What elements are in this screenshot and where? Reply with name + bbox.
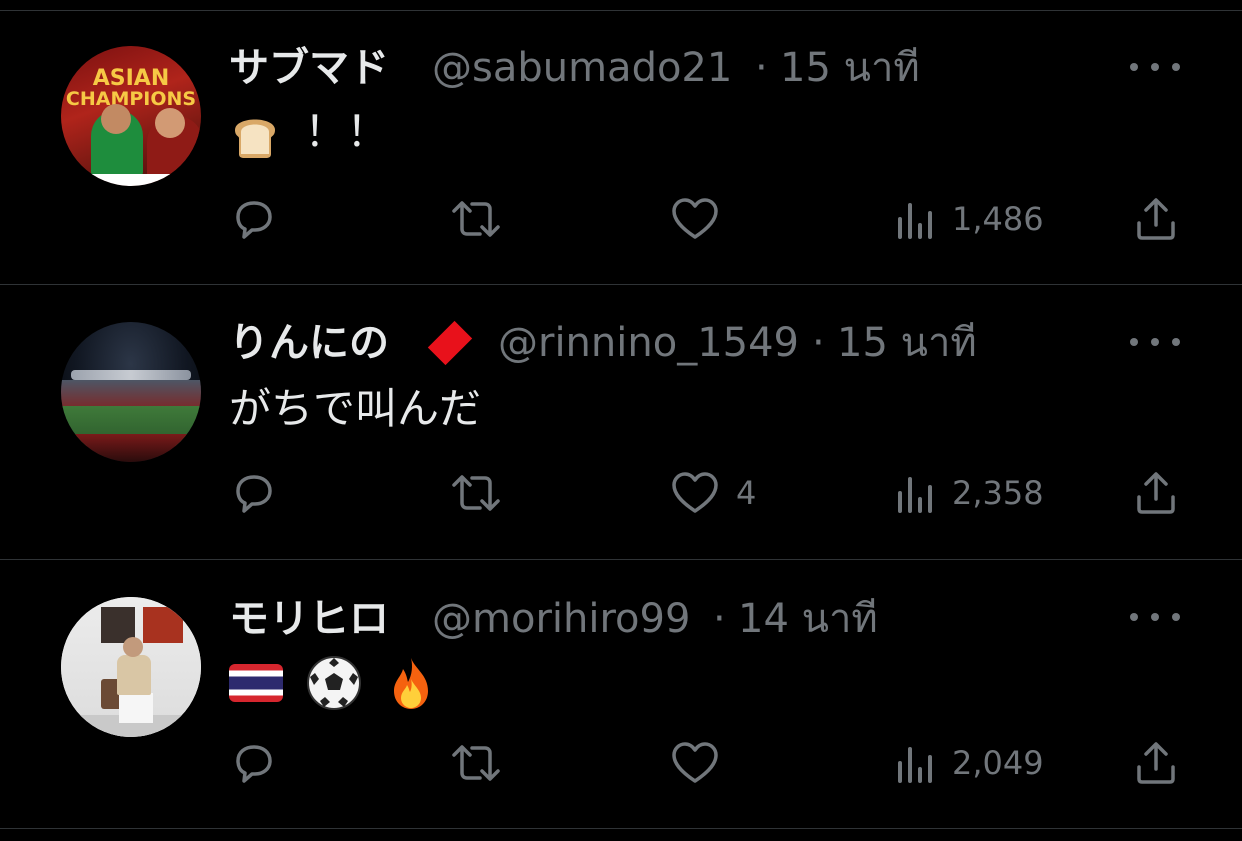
tweet-actions: 2,049 [0,738,1242,788]
retweet-icon [452,745,500,781]
reply-icon [236,745,272,783]
more-icon[interactable] [1130,607,1180,627]
views-button[interactable]: 2,049 [896,738,1044,788]
thailand-flag-icon [229,664,283,702]
retweet-button[interactable] [450,738,518,788]
timestamp[interactable]: 14 นาที [738,599,878,639]
share-icon [1137,742,1175,784]
fire-icon [393,658,428,709]
separator: · [713,596,726,642]
like-button[interactable] [670,738,736,788]
soccer-ball-icon [307,656,362,710]
tweet[interactable]: モリヒロ @morihiro99 · 14 นาที 2,049 [0,0,1242,828]
avatar[interactable] [61,597,201,737]
divider [0,828,1242,829]
views-count: 2,049 [952,744,1044,782]
handle[interactable]: @morihiro99 [432,599,690,639]
display-name[interactable]: モリヒロ [229,599,389,639]
views-icon [898,747,932,783]
tweet-text [229,655,436,711]
share-button[interactable] [1134,738,1178,788]
heart-icon [672,742,718,783]
reply-button[interactable] [230,738,294,788]
